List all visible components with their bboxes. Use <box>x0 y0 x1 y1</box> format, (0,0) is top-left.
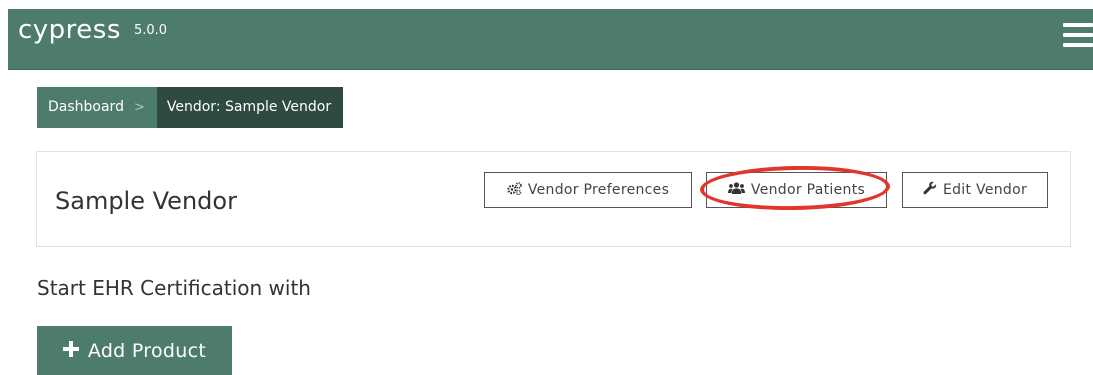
vendor-title: Sample Vendor <box>55 187 237 215</box>
certification-heading: Start EHR Certification with <box>37 276 311 300</box>
vendor-panel: Sample Vendor Vendor Preferences Vendor … <box>36 151 1071 247</box>
app-version: 5.0.0 <box>134 23 168 38</box>
vendor-patients-button[interactable]: Vendor Patients <box>706 172 887 208</box>
gears-icon <box>507 181 522 199</box>
edit-vendor-label: Edit Vendor <box>942 182 1028 198</box>
add-product-button[interactable]: Add Product <box>37 326 232 375</box>
top-navbar: cypress 5.0.0 <box>8 9 1093 70</box>
vendor-patients-label: Vendor Patients <box>750 182 866 198</box>
breadcrumb-current-vendor: Vendor: Sample Vendor <box>156 87 344 128</box>
breadcrumb: Dashboard > Vendor: Sample Vendor <box>37 87 344 128</box>
add-product-label: Add Product <box>87 339 207 362</box>
breadcrumb-dashboard-label: Dashboard <box>48 99 124 115</box>
breadcrumb-separator: > <box>133 100 145 115</box>
breadcrumb-dashboard-link[interactable]: Dashboard > <box>37 87 157 128</box>
edit-vendor-button[interactable]: Edit Vendor <box>902 172 1048 208</box>
brand-logo[interactable]: cypress <box>18 13 121 47</box>
users-icon <box>727 182 745 198</box>
vendor-preferences-label: Vendor Preferences <box>527 182 670 198</box>
wrench-icon <box>923 181 937 199</box>
hamburger-menu-icon[interactable] <box>1063 23 1093 47</box>
vendor-preferences-button[interactable]: Vendor Preferences <box>484 172 692 208</box>
plus-icon <box>62 340 79 362</box>
